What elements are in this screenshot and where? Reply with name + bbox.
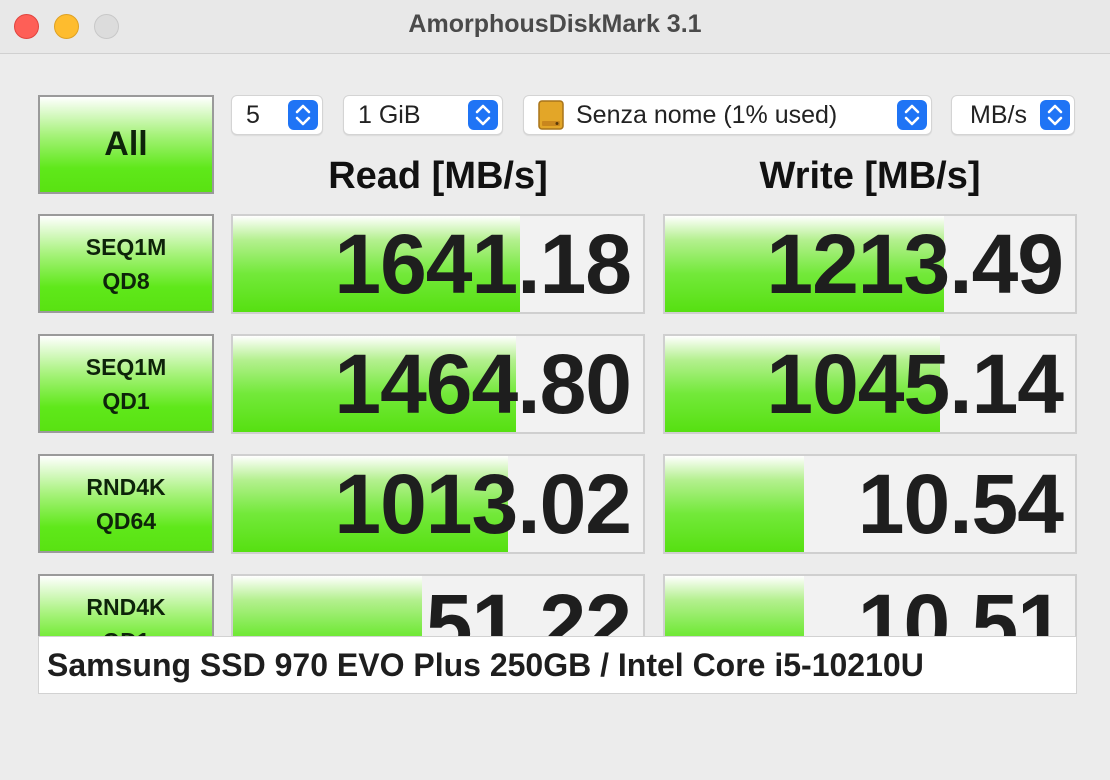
- test-button-seq1m-qd8[interactable]: SEQ1M QD8: [38, 214, 214, 313]
- drive-info-field[interactable]: Samsung SSD 970 EVO Plus 250GB / Intel C…: [38, 636, 1077, 694]
- disk-value: Senza nome (1% used): [576, 100, 838, 129]
- write-result-rnd4k-qd64: 10.54: [663, 454, 1077, 554]
- size-value: 1 GiB: [358, 100, 421, 129]
- test-button-line1: SEQ1M: [85, 233, 167, 260]
- unit-select[interactable]: MB/s: [951, 95, 1075, 135]
- test-button-line1: RND4K: [86, 473, 166, 500]
- size-select[interactable]: 1 GiB: [343, 95, 503, 135]
- read-result-seq1m-qd1: 1464.80: [231, 334, 645, 434]
- app-window: AmorphousDiskMark 3.1 All 5 1 GiB Senza …: [0, 0, 1110, 780]
- read-value: 1464.80: [334, 337, 632, 431]
- title-bar: AmorphousDiskMark 3.1: [0, 0, 1110, 54]
- write-value: 1045.14: [766, 337, 1064, 431]
- write-bar: [665, 456, 805, 552]
- unit-value: MB/s: [970, 100, 1027, 129]
- write-result-seq1m-qd1: 1045.14: [663, 334, 1077, 434]
- read-value: 1013.02: [334, 457, 632, 551]
- test-button-rnd4k-qd64[interactable]: RND4K QD64: [38, 454, 214, 553]
- write-header: Write [MB/s]: [759, 155, 981, 197]
- write-value: 10.54: [857, 457, 1064, 551]
- up-down-chevron-icon: [288, 100, 318, 130]
- test-button-line1: RND4K: [86, 593, 166, 620]
- test-button-line2: QD1: [102, 387, 150, 414]
- drive-icon: [538, 100, 564, 130]
- count-value: 5: [246, 100, 260, 129]
- disk-select[interactable]: Senza nome (1% used): [523, 95, 932, 135]
- read-result-rnd4k-qd64: 1013.02: [231, 454, 645, 554]
- write-value: 1213.49: [766, 217, 1064, 311]
- count-select[interactable]: 5: [231, 95, 323, 135]
- test-button-line2: QD8: [102, 267, 150, 294]
- up-down-chevron-icon: [468, 100, 498, 130]
- up-down-chevron-icon: [897, 100, 927, 130]
- all-button[interactable]: All: [38, 95, 214, 194]
- test-button-seq1m-qd1[interactable]: SEQ1M QD1: [38, 334, 214, 433]
- read-header: Read [MB/s]: [328, 155, 548, 197]
- test-button-line1: SEQ1M: [85, 353, 167, 380]
- read-result-seq1m-qd8: 1641.18: [231, 214, 645, 314]
- window-title: AmorphousDiskMark 3.1: [408, 10, 702, 38]
- read-value: 1641.18: [334, 217, 632, 311]
- all-button-label: All: [104, 125, 148, 163]
- write-result-seq1m-qd8: 1213.49: [663, 214, 1077, 314]
- test-button-line2: QD64: [95, 507, 157, 534]
- up-down-chevron-icon: [1040, 100, 1070, 130]
